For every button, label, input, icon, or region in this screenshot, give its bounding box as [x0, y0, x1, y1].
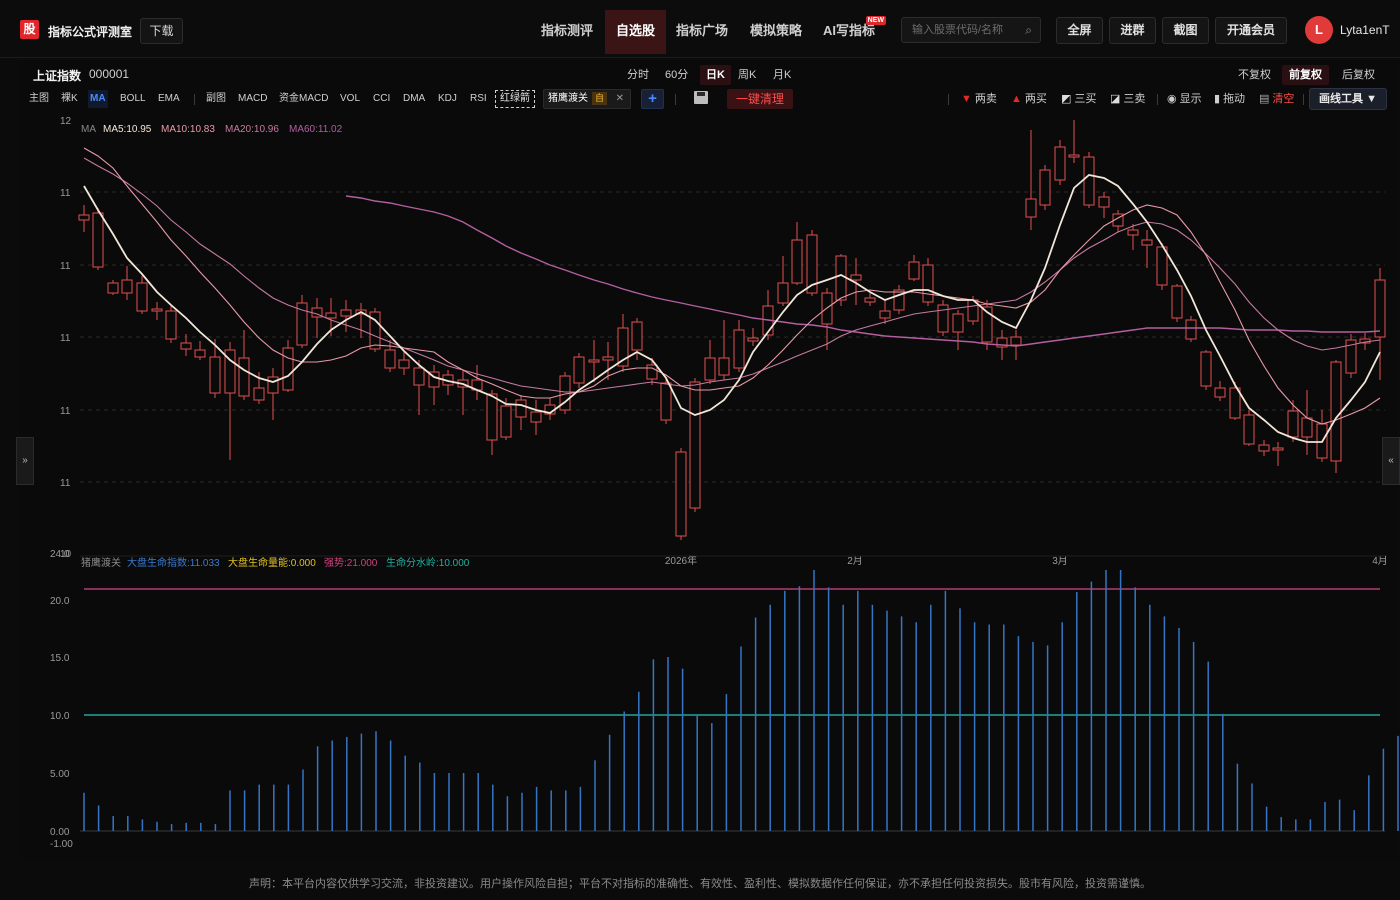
x-tick-label: 2月	[847, 555, 863, 567]
sub-legend-item: 大盘生命量能:0.000	[228, 556, 316, 569]
candle-body	[325, 312, 337, 319]
candle-body	[486, 393, 498, 441]
sub-legend-item: 强势:21.000	[324, 556, 378, 569]
ma-legend-item: MA5:10.95	[103, 124, 152, 135]
ma-legend-item: MA20:10.96	[225, 124, 279, 135]
candle-body	[1054, 146, 1066, 181]
candle-body	[922, 264, 934, 303]
candle-body	[660, 382, 672, 421]
candle-body	[718, 357, 730, 376]
y-tick-label: 11	[60, 333, 71, 344]
candle-body	[1141, 239, 1153, 246]
candle-body	[908, 261, 920, 280]
y-tick-label: 12	[60, 116, 72, 127]
candle-body	[646, 364, 658, 380]
candle-body	[1083, 156, 1095, 206]
candle-body	[1243, 414, 1255, 445]
candle-body	[1330, 361, 1342, 462]
candle-body	[209, 356, 221, 394]
ma-legend-item: MA10:10.83	[161, 124, 215, 135]
sub-y-tick-label: 24.0	[50, 549, 70, 560]
sub-y-tick-label: -1.00	[50, 839, 73, 850]
candle-body	[747, 337, 759, 342]
candle-body	[704, 357, 716, 381]
candle-body	[238, 357, 250, 397]
candle-body	[631, 321, 643, 351]
candle-body	[1229, 387, 1241, 419]
candle-body	[151, 308, 163, 312]
candle-body	[194, 349, 206, 358]
candle-body	[267, 376, 279, 394]
candle-body	[850, 274, 862, 281]
y-tick-label: 11	[60, 188, 71, 199]
y-tick-label: 11	[60, 478, 71, 489]
y-tick-label: 11	[60, 261, 71, 272]
candle-body	[952, 313, 964, 333]
candle-body	[530, 411, 542, 423]
candle-body	[282, 347, 294, 391]
candle-body	[573, 356, 585, 384]
candle-body	[398, 359, 410, 369]
candle-body	[689, 381, 701, 509]
candle-body	[1010, 336, 1022, 346]
candle-body	[835, 255, 847, 301]
candle-body	[1156, 246, 1168, 286]
candle-body	[92, 212, 104, 268]
candle-body	[78, 214, 90, 221]
candle-body	[1214, 387, 1226, 398]
candle-body	[180, 342, 192, 350]
sub-y-tick-label: 15.0	[50, 653, 70, 664]
candle-body	[791, 239, 803, 284]
sub-legend-item: 猪鹰渡关	[81, 556, 121, 569]
sub-y-tick-label: 20.0	[50, 596, 70, 607]
sub-y-tick-label: 0.00	[50, 827, 70, 838]
candle-body	[777, 282, 789, 304]
candle-body	[253, 387, 265, 401]
candle-body	[107, 282, 119, 294]
candle-body	[1200, 351, 1212, 387]
ma5-line	[83, 174, 1381, 443]
candle-body	[1287, 410, 1299, 438]
candle-body	[1039, 169, 1051, 206]
candle-body	[588, 359, 600, 363]
candle-body	[602, 356, 614, 361]
candle-body	[340, 309, 352, 317]
x-tick-label: 3月	[1052, 555, 1068, 567]
candle-body	[165, 310, 177, 340]
candle-body	[1374, 279, 1386, 338]
sub-y-tick-label: 10.0	[50, 711, 70, 722]
candle-body	[864, 297, 876, 303]
ma20-line	[83, 157, 1381, 393]
candle-body	[1171, 285, 1183, 319]
ma-legend-item: MA	[81, 124, 96, 135]
candle-body	[136, 282, 148, 312]
candle-body	[1185, 319, 1197, 340]
x-tick-label: 4月	[1372, 555, 1388, 567]
expand-right-button[interactable]: «	[1382, 437, 1400, 485]
candle-body	[1068, 154, 1080, 158]
candle-body	[384, 349, 396, 369]
candle-body	[1127, 229, 1139, 236]
candle-body	[879, 310, 891, 319]
candle-body	[500, 405, 512, 438]
candle-body	[1272, 447, 1284, 451]
candle-body	[1258, 444, 1270, 452]
expand-left-button[interactable]: »	[16, 437, 34, 485]
sub-y-tick-label: 5.00	[50, 769, 70, 780]
candle-body	[733, 329, 745, 369]
ma60-line	[345, 195, 1381, 347]
candle-body	[675, 451, 687, 537]
ma-legend-item: MA60:11.02	[289, 124, 343, 135]
sub-legend-item: 生命分水岭:10.000	[386, 556, 470, 569]
disclaimer: 声明：本平台内容仅供学习交流，非投资建议。用户操作风险自担；平台不对指标的准确性…	[249, 878, 1151, 890]
y-tick-label: 11	[60, 406, 71, 417]
chart-canvas[interactable]: 12111111111110MA MA5:10.95 MA10:10.83 MA20:…	[0, 0, 1400, 860]
candle-body	[515, 399, 527, 418]
candle-body	[1025, 198, 1037, 218]
candle-body	[121, 279, 133, 294]
sub-legend-item: 大盘生命指数:11.033	[127, 556, 220, 569]
candle-body	[1098, 196, 1110, 208]
candle-body	[1301, 417, 1313, 438]
candle-body	[413, 367, 425, 386]
